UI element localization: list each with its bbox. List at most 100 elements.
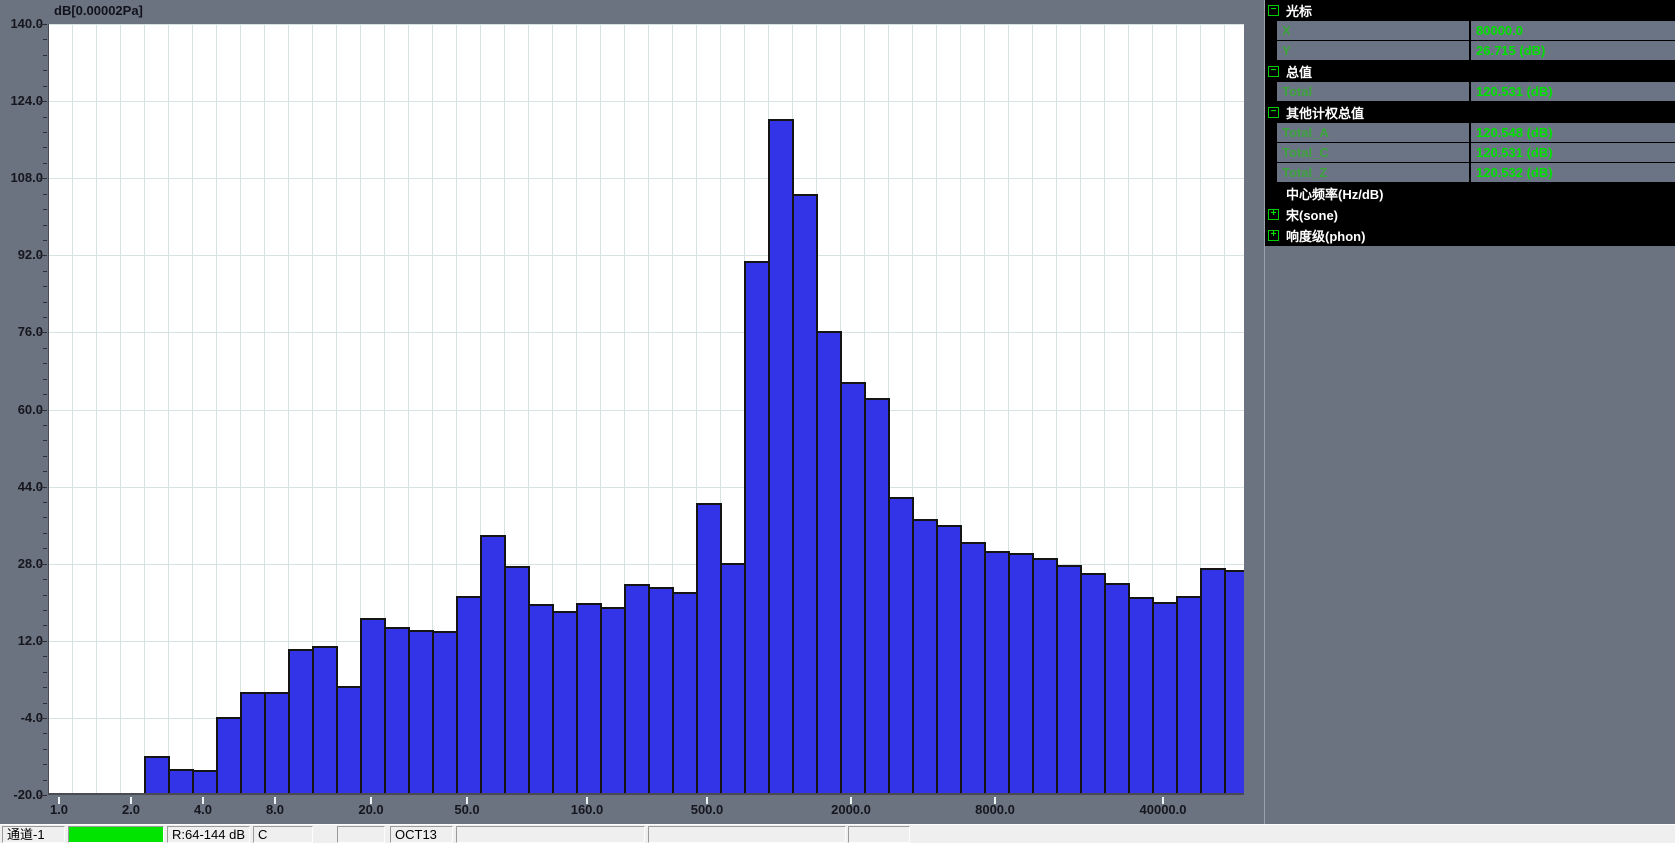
panel-header-section-cursor: −光标 xyxy=(1265,0,1675,20)
y-minor-tick xyxy=(43,132,47,133)
panel-row-value: 120.532 (dB) xyxy=(1471,163,1675,182)
collapse-icon[interactable]: − xyxy=(1268,107,1279,118)
status-level-meter xyxy=(68,826,164,843)
horizontal-gridline xyxy=(49,487,1244,488)
vertical-gridline xyxy=(120,24,121,793)
status-range: R:64-144 dB xyxy=(167,826,250,843)
app-window: dB[0.00002Pa] 140.0124.0108.092.076.060.… xyxy=(0,0,1675,843)
spectrum-bar-31.5hz[interactable] xyxy=(408,630,434,795)
x-tick-label: 2000.0 xyxy=(819,802,883,817)
panel-header-section-sone: +宋(sone) xyxy=(1265,204,1675,224)
y-minor-tick xyxy=(43,533,47,534)
spectrum-bar-16000hz[interactable] xyxy=(1056,565,1082,795)
spectrum-bar-8000hz[interactable] xyxy=(984,551,1010,795)
spectrum-bar-80000hz[interactable] xyxy=(1224,570,1244,795)
spectrum-bar-50hz[interactable] xyxy=(456,596,482,796)
spectrum-bar-315hz[interactable] xyxy=(648,587,674,795)
spectrum-bar-20hz[interactable] xyxy=(360,618,386,795)
spectrum-bar-2.5hz[interactable] xyxy=(144,756,170,796)
y-minor-tick xyxy=(43,194,47,195)
spectrum-bar-5000hz[interactable] xyxy=(936,525,962,795)
panel-header-label: 响度级(phon) xyxy=(1286,226,1365,245)
vertical-gridline xyxy=(96,24,97,793)
y-minor-tick xyxy=(43,579,47,580)
y-tick-label: 44.0 xyxy=(1,479,43,494)
spectrum-bar-63000hz[interactable] xyxy=(1200,568,1226,795)
spectrum-bar-5hz[interactable] xyxy=(216,717,242,796)
expand-icon[interactable]: + xyxy=(1268,209,1279,220)
panel-row-label: Y xyxy=(1277,41,1469,60)
spectrum-bar-40000hz[interactable] xyxy=(1152,602,1178,795)
y-minor-tick xyxy=(43,672,47,673)
spectrum-bar-10000hz[interactable] xyxy=(1008,553,1034,795)
panel-row-value: 120.548 (dB) xyxy=(1471,123,1675,142)
spectrum-bar-25000hz[interactable] xyxy=(1104,583,1130,795)
spectrum-bar-1600hz[interactable] xyxy=(816,331,842,795)
spectrum-bar-12500hz[interactable] xyxy=(1032,558,1058,795)
y-minor-tick xyxy=(43,317,47,318)
y-minor-tick xyxy=(43,302,47,303)
y-minor-tick xyxy=(43,117,47,118)
spectrum-bar-1250hz[interactable] xyxy=(792,194,818,795)
status-empty-2 xyxy=(456,826,645,843)
plot-area[interactable] xyxy=(48,24,1244,795)
vertical-gridline xyxy=(144,24,145,793)
spectrum-bar-400hz[interactable] xyxy=(672,592,698,795)
vertical-gridline xyxy=(264,24,265,793)
y-tick-label: 28.0 xyxy=(1,556,43,571)
results-panel: −光标X80000.0Y26.715 (dB)−总值Total120.531 (… xyxy=(1264,0,1675,824)
spectrum-bar-6.3hz[interactable] xyxy=(240,692,266,795)
spectrum-bar-63hz[interactable] xyxy=(480,535,506,795)
y-major-tick xyxy=(39,255,47,256)
spectrum-bar-125hz[interactable] xyxy=(552,611,578,795)
y-major-tick xyxy=(39,178,47,179)
spectrum-bar-3150hz[interactable] xyxy=(888,497,914,795)
y-tick-label: 92.0 xyxy=(1,247,43,262)
spectrum-bar-100hz[interactable] xyxy=(528,604,554,795)
y-major-tick xyxy=(39,332,47,333)
y-major-tick xyxy=(39,641,47,642)
spectrum-bar-1000hz[interactable] xyxy=(768,119,794,795)
spectrum-bar-6300hz[interactable] xyxy=(960,542,986,796)
collapse-icon[interactable]: − xyxy=(1268,5,1279,16)
spectrum-bar-160hz[interactable] xyxy=(576,603,602,795)
spectrum-bar-80hz[interactable] xyxy=(504,566,530,795)
spectrum-bar-16hz[interactable] xyxy=(336,686,362,795)
x-tick-label: 20.0 xyxy=(339,802,403,817)
y-minor-tick xyxy=(43,733,47,734)
y-minor-tick xyxy=(43,225,47,226)
x-tick-label: 8.0 xyxy=(243,802,307,817)
y-minor-tick xyxy=(43,502,47,503)
y-tick-label: 76.0 xyxy=(1,324,43,339)
spectrum-bar-2000hz[interactable] xyxy=(840,382,866,795)
y-tick-label: -20.0 xyxy=(1,787,43,802)
spectrum-bar-800hz[interactable] xyxy=(744,261,770,795)
spectrum-bar-12.5hz[interactable] xyxy=(312,646,338,795)
expand-icon[interactable]: + xyxy=(1268,230,1279,241)
spectrum-bar-200hz[interactable] xyxy=(600,607,626,795)
spectrum-bar-500hz[interactable] xyxy=(696,503,722,795)
spectrum-bar-31500hz[interactable] xyxy=(1128,597,1154,796)
spectrum-bar-250hz[interactable] xyxy=(624,584,650,795)
spectrum-bar-10hz[interactable] xyxy=(288,649,314,795)
spectrum-bar-8hz[interactable] xyxy=(264,692,290,795)
horizontal-gridline xyxy=(49,332,1244,333)
y-minor-tick xyxy=(43,147,47,148)
y-minor-tick xyxy=(43,548,47,549)
spectrum-bar-4hz[interactable] xyxy=(192,770,218,795)
spectrum-bar-20000hz[interactable] xyxy=(1080,573,1106,795)
spectrum-bar-630hz[interactable] xyxy=(720,563,746,795)
spectrum-bar-2500hz[interactable] xyxy=(864,398,890,796)
horizontal-gridline xyxy=(49,410,1244,411)
y-major-tick xyxy=(39,24,47,25)
spectrum-bar-25hz[interactable] xyxy=(384,627,410,795)
status-empty-3 xyxy=(648,826,846,843)
spectrum-bar-40hz[interactable] xyxy=(432,631,458,795)
panel-header-section-weighted-totals: −其他计权总值 xyxy=(1265,102,1675,122)
spectrum-bar-50000hz[interactable] xyxy=(1176,596,1202,795)
spectrum-bar-4000hz[interactable] xyxy=(912,519,938,795)
collapse-icon[interactable]: − xyxy=(1268,66,1279,77)
panel-header-section-center-frequency: 中心频率(Hz/dB) xyxy=(1265,183,1675,203)
y-tick-label: 108.0 xyxy=(1,170,43,185)
spectrum-bar-3.15hz[interactable] xyxy=(168,769,194,795)
